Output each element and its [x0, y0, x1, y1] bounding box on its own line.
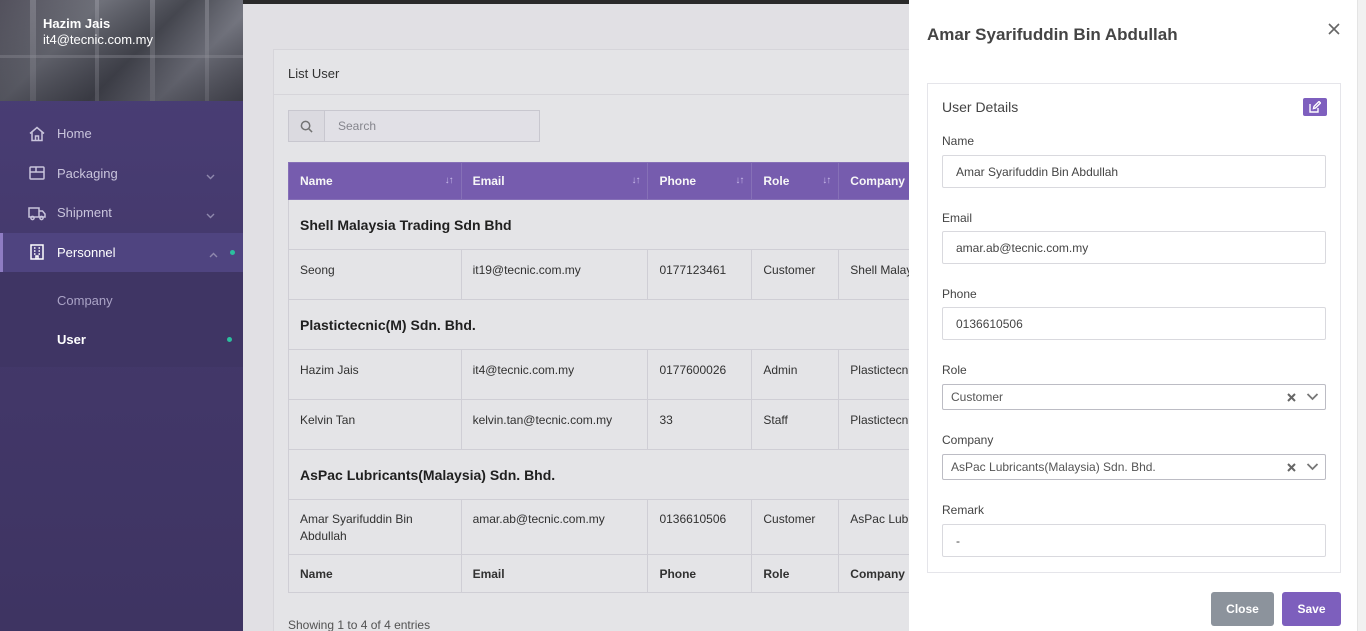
company-select[interactable]: AsPac Lubricants(Malaysia) Sdn. Bhd. [942, 454, 1326, 480]
personnel-submenu: Company User [0, 272, 243, 367]
sidebar-item-label: Packaging [57, 165, 118, 181]
save-button[interactable]: Save [1282, 592, 1341, 626]
company-label: Company [942, 433, 994, 447]
role-label: Role [942, 363, 967, 377]
sidebar-item-label: Shipment [57, 205, 112, 221]
profile-email: it4@tecnic.com.my [43, 32, 153, 47]
email-label: Email [942, 211, 973, 225]
panel-title: Amar Syarifuddin Bin Abdullah [927, 25, 1178, 44]
edit-icon [1309, 101, 1321, 113]
chevron-up-icon [209, 248, 218, 257]
building-icon [28, 243, 46, 261]
clear-icon[interactable] [1284, 459, 1298, 475]
role-select[interactable]: Customer [942, 384, 1326, 410]
sidebar-nav: Home Packaging Shipment Personnel [0, 114, 243, 272]
chevron-down-icon [206, 169, 215, 179]
sidebar-item-label: Home [57, 126, 92, 142]
clear-icon[interactable] [1284, 389, 1298, 405]
remark-field[interactable]: - [942, 524, 1326, 557]
phone-field[interactable]: 0136610506 [942, 307, 1326, 340]
sidebar-item-packaging[interactable]: Packaging [0, 154, 243, 194]
close-button[interactable]: Close [1211, 592, 1274, 626]
phone-label: Phone [942, 287, 977, 301]
sidebar-subitem-user[interactable]: User [57, 332, 86, 347]
active-indicator-dot [230, 249, 235, 255]
chevron-down-icon [206, 208, 215, 219]
home-icon [28, 125, 46, 143]
close-icon[interactable] [1327, 22, 1343, 38]
company-selected-value: AsPac Lubricants(Malaysia) Sdn. Bhd. [951, 460, 1156, 474]
remark-label: Remark [942, 503, 985, 517]
sidebar-item-home[interactable]: Home [0, 114, 243, 154]
active-indicator-dot [227, 337, 232, 342]
sidebar-item-label: Personnel [57, 244, 116, 260]
email-field[interactable]: amar.ab@tecnic.com.my [942, 231, 1326, 264]
edit-button[interactable] [1303, 98, 1327, 116]
section-title: User Details [942, 99, 1019, 115]
role-selected-value: Customer [951, 390, 1004, 404]
profile-name: Hazim Jais [43, 16, 111, 31]
chevron-down-icon[interactable] [1306, 460, 1320, 474]
sidebar-item-personnel[interactable]: Personnel [0, 232, 243, 272]
name-field[interactable]: Amar Syarifuddin Bin Abdullah [942, 155, 1326, 188]
scrollbar[interactable] [1357, 0, 1366, 631]
sidebar: Hazim Jais it4@tecnic.com.my Home Packag… [0, 0, 243, 631]
sidebar-item-shipment[interactable]: Shipment [0, 193, 243, 233]
truck-icon [28, 204, 46, 222]
sidebar-subitem-company[interactable]: Company [57, 293, 113, 308]
box-icon [28, 164, 46, 182]
user-details-section: User Details Name Amar Syarifuddin Bin A… [927, 83, 1341, 573]
name-label: Name [942, 134, 975, 148]
chevron-down-icon[interactable] [1306, 390, 1320, 404]
user-detail-panel: Amar Syarifuddin Bin Abdullah User Detai… [909, 0, 1357, 631]
sidebar-profile-banner: Hazim Jais it4@tecnic.com.my [0, 0, 243, 101]
